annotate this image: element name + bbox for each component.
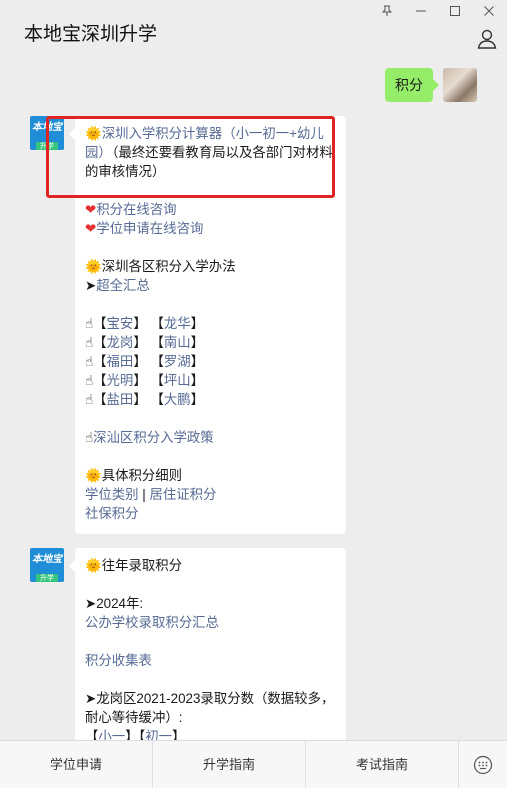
bracket: 【: [93, 392, 107, 407]
all-summary-link[interactable]: 超全汇总: [96, 278, 150, 293]
bracket: 】: [125, 729, 139, 740]
social-security-link[interactable]: 社保积分: [85, 506, 139, 521]
hand-icon: ☝: [85, 354, 94, 369]
consult-link-seat[interactable]: 学位申请在线咨询: [96, 221, 203, 236]
district-row: ☝【宝安】 【龙华】: [85, 314, 336, 333]
bracket: 】: [190, 354, 205, 369]
bracket: 】: [172, 729, 186, 740]
consult-link-points[interactable]: 积分在线咨询: [96, 202, 176, 217]
bracket: 】: [190, 316, 205, 331]
district-link[interactable]: 大鹏: [164, 392, 191, 407]
detail-title: 具体积分细则: [101, 468, 183, 483]
district-link[interactable]: 龙华: [164, 316, 191, 331]
bot-avatar-text: 本地宝: [32, 122, 62, 133]
bot-avatar-text: 本地宝: [32, 554, 62, 565]
keyboard-icon[interactable]: [459, 741, 507, 788]
bracket: 】: [190, 335, 205, 350]
primary-one-link[interactable]: 小一: [98, 729, 125, 740]
sun-icon: 🌞: [85, 558, 102, 573]
hand-icon: ☝: [85, 373, 94, 388]
close-icon[interactable]: [479, 4, 499, 22]
bracket: 【: [93, 335, 107, 350]
tab-exam-guide[interactable]: 考试指南: [306, 741, 459, 788]
window-controls: [377, 4, 499, 22]
chat-area[interactable]: 积分 本地宝 升学 🌞深圳入学积分计算器（小一初一+幼儿园）（最终还要看教育局以…: [0, 62, 507, 740]
title-bar: 本地宝深圳升学: [0, 0, 507, 62]
district-link[interactable]: 罗湖: [164, 354, 191, 369]
district-link[interactable]: 盐田: [107, 392, 134, 407]
bot-avatar-badge: 升学: [36, 574, 58, 582]
district-row: ☝【龙岗】 【南山】: [85, 333, 336, 352]
longgang-scores-text: ➤龙岗区2021-2023录取分数（数据较多，耐心等待缓冲）:: [85, 691, 335, 725]
bracket: 】: [190, 392, 205, 407]
bot-avatar-badge: 升学: [36, 142, 58, 150]
bracket: 【: [150, 316, 164, 331]
separator: |: [138, 487, 150, 502]
calculator-note: （最终还要看教育局以及各部门对材料的审核情况）: [85, 145, 333, 179]
district-row: ☝【福田】 【罗湖】: [85, 352, 336, 371]
bot-avatar[interactable]: 本地宝 升学: [30, 116, 64, 150]
district-row: ☝【盐田】 【大鹏】: [85, 390, 336, 409]
tab-seat-application[interactable]: 学位申请: [0, 741, 153, 788]
bracket: 】: [133, 335, 147, 350]
hand-icon: ☝: [85, 430, 94, 445]
bracket: 】: [133, 392, 147, 407]
district-link[interactable]: 光明: [107, 373, 134, 388]
bot-message-1: 🌞深圳入学积分计算器（小一初一+幼儿园）（最终还要看教育局以及各部门对材料的审核…: [46, 116, 346, 534]
bracket: 】: [133, 373, 147, 388]
bracket: 【: [150, 335, 164, 350]
heart-icon: ❤: [85, 202, 97, 217]
collection-form-link[interactable]: 积分收集表: [85, 653, 152, 668]
bracket: 】: [190, 373, 205, 388]
residence-points-link[interactable]: 居住证积分: [149, 487, 216, 502]
bracket: 【: [93, 373, 107, 388]
bracket: 【: [85, 729, 99, 740]
my-message-bubble[interactable]: 积分: [385, 68, 439, 102]
hand-icon: ☝: [85, 335, 94, 350]
district-link[interactable]: 坪山: [164, 373, 191, 388]
district-row: ☝【光明】 【坪山】: [85, 371, 336, 390]
junior-one-link[interactable]: 初一: [145, 729, 172, 740]
arrow-icon: ➤: [85, 278, 97, 293]
sun-icon: 🌞: [85, 126, 102, 141]
bracket: 】: [133, 316, 147, 331]
tab-admission-guide[interactable]: 升学指南: [153, 741, 306, 788]
profile-icon[interactable]: [476, 28, 498, 50]
district-link[interactable]: 龙岗: [107, 335, 134, 350]
sun-icon: 🌞: [85, 468, 102, 483]
my-avatar[interactable]: [443, 68, 477, 102]
bracket: 【: [150, 392, 164, 407]
bottom-menu: 学位申请 升学指南 考试指南: [0, 740, 507, 788]
sun-icon: 🌞: [85, 259, 102, 274]
seat-type-link[interactable]: 学位类别: [85, 487, 139, 502]
hand-icon: ☝: [85, 316, 94, 331]
district-link[interactable]: 宝安: [107, 316, 134, 331]
bracket: 【: [150, 354, 164, 369]
bracket: 【: [93, 316, 107, 331]
my-message-row: 积分: [385, 68, 477, 102]
maximize-icon[interactable]: [445, 4, 465, 22]
bracket: 【: [150, 373, 164, 388]
bot-message-2: 🌞往年录取积分 ➤2024年: 公办学校录取积分汇总 积分收集表 ➤龙岗区202…: [69, 548, 346, 740]
calculator-line: 🌞深圳入学积分计算器（小一初一+幼儿园）（最终还要看教育局以及各部门对材料的审核…: [85, 124, 336, 181]
bracket: 【: [93, 354, 107, 369]
bracket: 】: [133, 354, 147, 369]
methods-title: 深圳各区积分入学办法: [101, 259, 236, 274]
year-2024-label: ➤2024年:: [85, 596, 144, 611]
chat-title: 本地宝深圳升学: [24, 24, 158, 45]
heart-icon: ❤: [85, 221, 97, 236]
shenshan-link[interactable]: 深汕区积分入学政策: [93, 430, 214, 445]
district-link[interactable]: 福田: [107, 354, 134, 369]
district-list: ☝【宝安】 【龙华】 ☝【龙岗】 【南山】 ☝【福田】 【罗湖】 ☝【光明】 【坪山】…: [85, 314, 336, 409]
hand-icon: ☝: [85, 392, 94, 407]
public-school-link[interactable]: 公办学校录取积分汇总: [85, 615, 219, 630]
minimize-icon[interactable]: [411, 4, 431, 22]
bot-avatar[interactable]: 本地宝 升学: [30, 548, 64, 582]
pin-icon[interactable]: [377, 4, 397, 22]
past-scores-title: 往年录取积分: [101, 558, 183, 573]
district-link[interactable]: 南山: [164, 335, 191, 350]
